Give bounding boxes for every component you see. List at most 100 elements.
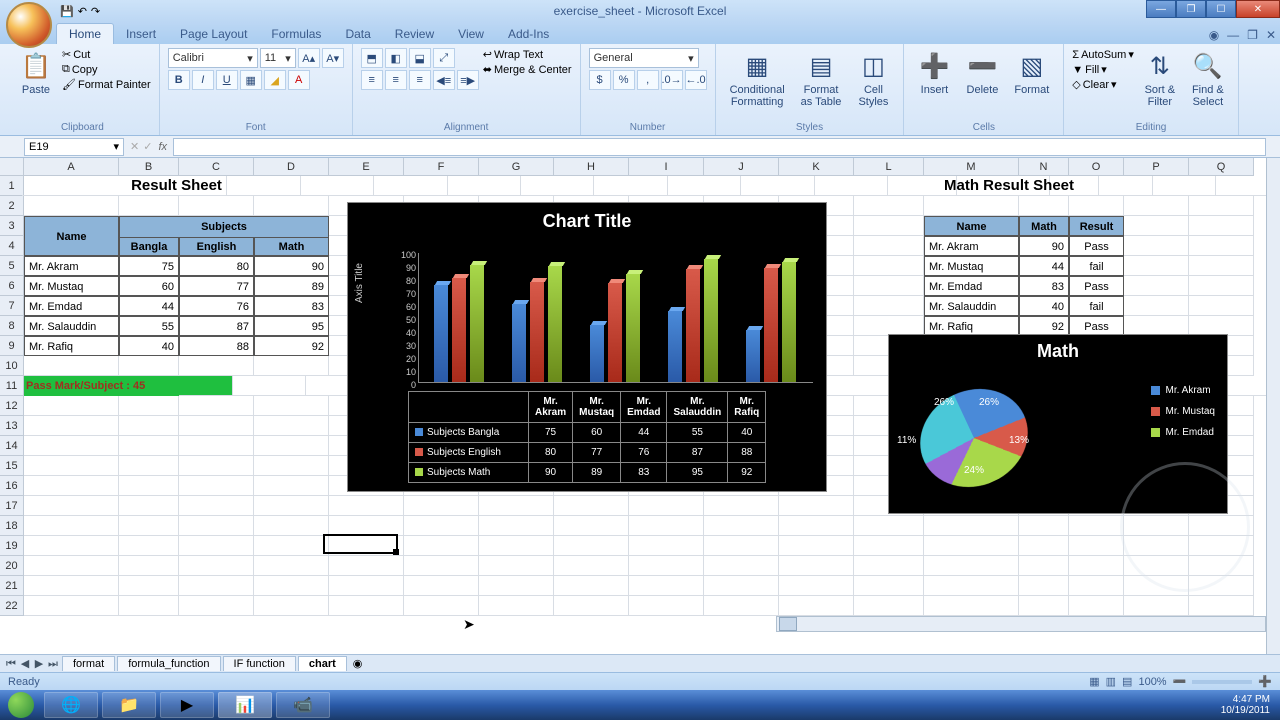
row-header-11[interactable]: 11 [0,376,24,396]
row-header-14[interactable]: 14 [0,436,24,456]
view-layout-icon[interactable]: ▥ [1106,675,1116,688]
tab-data[interactable]: Data [333,24,382,44]
align-right[interactable]: ≡ [409,70,431,90]
shrink-font-button[interactable]: A▾ [322,48,344,68]
row-header-17[interactable]: 17 [0,496,24,516]
delete-cells-button[interactable]: ➖Delete [960,48,1004,98]
row-header-15[interactable]: 15 [0,456,24,476]
enter-formula-icon[interactable]: ✓ [143,140,152,153]
format-cells-button[interactable]: ▧Format [1008,48,1055,98]
number-format-combo[interactable]: General▾ [589,48,699,68]
percent-button[interactable]: % [613,70,635,90]
paste-button[interactable]: 📋Paste [14,48,58,98]
col-header-K[interactable]: K [779,158,854,176]
col-header-Q[interactable]: Q [1189,158,1254,176]
minimize-ribbon-icon[interactable]: — [1227,28,1239,42]
taskbar-explorer-icon[interactable]: 📁 [102,692,156,718]
col-header-E[interactable]: E [329,158,404,176]
col-header-B[interactable]: B [119,158,179,176]
copy-button[interactable]: ⧉ Copy [62,63,151,76]
font-size-combo[interactable]: 11▾ [260,48,296,68]
sort-filter-button[interactable]: ⇅Sort & Filter [1138,48,1182,110]
row-header-16[interactable]: 16 [0,476,24,496]
tab-insert[interactable]: Insert [114,24,168,44]
bold-button[interactable]: B [168,70,190,90]
zoom-in-icon[interactable]: ➕ [1258,675,1272,688]
conditional-formatting-button[interactable]: ▦Conditional Formatting [724,48,791,110]
dec-decimal-button[interactable]: ←.0 [685,70,707,90]
row-header-4[interactable]: 4 [0,236,24,256]
col-header-O[interactable]: O [1069,158,1124,176]
tab-view[interactable]: View [446,24,496,44]
select-all-corner[interactable] [0,158,24,176]
row-header-10[interactable]: 10 [0,356,24,376]
row-header-22[interactable]: 22 [0,596,24,616]
sheet-tab-format[interactable]: format [62,656,115,671]
row-header-21[interactable]: 21 [0,576,24,596]
col-header-L[interactable]: L [854,158,924,176]
start-button[interactable] [0,690,42,720]
close-button[interactable]: ✕ [1236,0,1280,18]
border-button[interactable]: ▦ [240,70,262,90]
cut-button[interactable]: ✂ Cut [62,48,151,61]
doc-restore-icon[interactable]: ❐ [1247,28,1258,42]
cell-styles-button[interactable]: ◫Cell Styles [851,48,895,110]
row-header-20[interactable]: 20 [0,556,24,576]
row-header-6[interactable]: 6 [0,276,24,296]
row-header-12[interactable]: 12 [0,396,24,416]
col-header-P[interactable]: P [1124,158,1189,176]
spreadsheet-grid[interactable]: ABCDEFGHIJKLMNOPQ 1234567891011121314151… [0,158,1280,662]
format-as-table-button[interactable]: ▤Format as Table [795,48,848,110]
tab-addins[interactable]: Add-Ins [496,24,561,44]
cancel-formula-icon[interactable]: ✕ [130,140,139,153]
zoom-level[interactable]: 100% [1138,676,1166,688]
row-header-19[interactable]: 19 [0,536,24,556]
align-center[interactable]: ≡ [385,70,407,90]
fill-button[interactable]: ▼ Fill ▾ [1072,63,1134,76]
find-select-button[interactable]: 🔍Find & Select [1186,48,1230,110]
row-header-18[interactable]: 18 [0,516,24,536]
fill-color-button[interactable]: ◢ [264,70,286,90]
align-left[interactable]: ≡ [361,70,383,90]
wrap-text-button[interactable]: ↩ Wrap Text [483,48,572,61]
currency-button[interactable]: $ [589,70,611,90]
office-button[interactable] [6,2,52,48]
minimize-button[interactable]: — [1146,0,1176,18]
row-header-5[interactable]: 5 [0,256,24,276]
bar-chart-object[interactable]: Chart Title Axis Title 10090807060504030… [347,202,827,492]
autosum-button[interactable]: Σ AutoSum ▾ [1072,48,1134,61]
help-icon[interactable]: ◉ [1209,28,1219,42]
name-box[interactable]: E19▾ [24,138,124,156]
indent-inc[interactable]: ≡▶ [457,70,479,90]
new-sheet-icon[interactable]: ◉ [353,657,363,670]
view-normal-icon[interactable]: ▦ [1089,675,1099,688]
col-header-N[interactable]: N [1019,158,1069,176]
col-header-H[interactable]: H [554,158,629,176]
formula-input[interactable] [173,138,1266,156]
row-header-13[interactable]: 13 [0,416,24,436]
vertical-scrollbar[interactable] [1266,158,1280,672]
col-header-G[interactable]: G [479,158,554,176]
col-header-D[interactable]: D [254,158,329,176]
horizontal-scrollbar[interactable] [776,616,1266,632]
taskbar-excel-icon[interactable]: 📊 [218,692,272,718]
italic-button[interactable]: I [192,70,214,90]
font-face-combo[interactable]: Calibri▾ [168,48,258,68]
maximize-button[interactable]: ☐ [1206,0,1236,18]
sheet-tab-if[interactable]: IF function [223,656,296,671]
view-break-icon[interactable]: ▤ [1122,675,1132,688]
sheet-tab-chart[interactable]: chart [298,656,347,671]
insert-cells-button[interactable]: ➕Insert [912,48,956,98]
col-header-A[interactable]: A [24,158,119,176]
col-header-J[interactable]: J [704,158,779,176]
restore-button[interactable]: ❐ [1176,0,1206,18]
inc-decimal-button[interactable]: .0→ [661,70,683,90]
format-painter-button[interactable]: 🖌 Format Painter [62,78,151,91]
merge-center-button[interactable]: ⬌ Merge & Center [483,63,572,76]
col-header-F[interactable]: F [404,158,479,176]
taskbar-ie-icon[interactable]: 🌐 [44,692,98,718]
sheet-nav-buttons[interactable]: ⏮◀▶⏭ [4,657,60,671]
align-middle[interactable]: ◧ [385,48,407,68]
row-header-8[interactable]: 8 [0,316,24,336]
row-header-3[interactable]: 3 [0,216,24,236]
